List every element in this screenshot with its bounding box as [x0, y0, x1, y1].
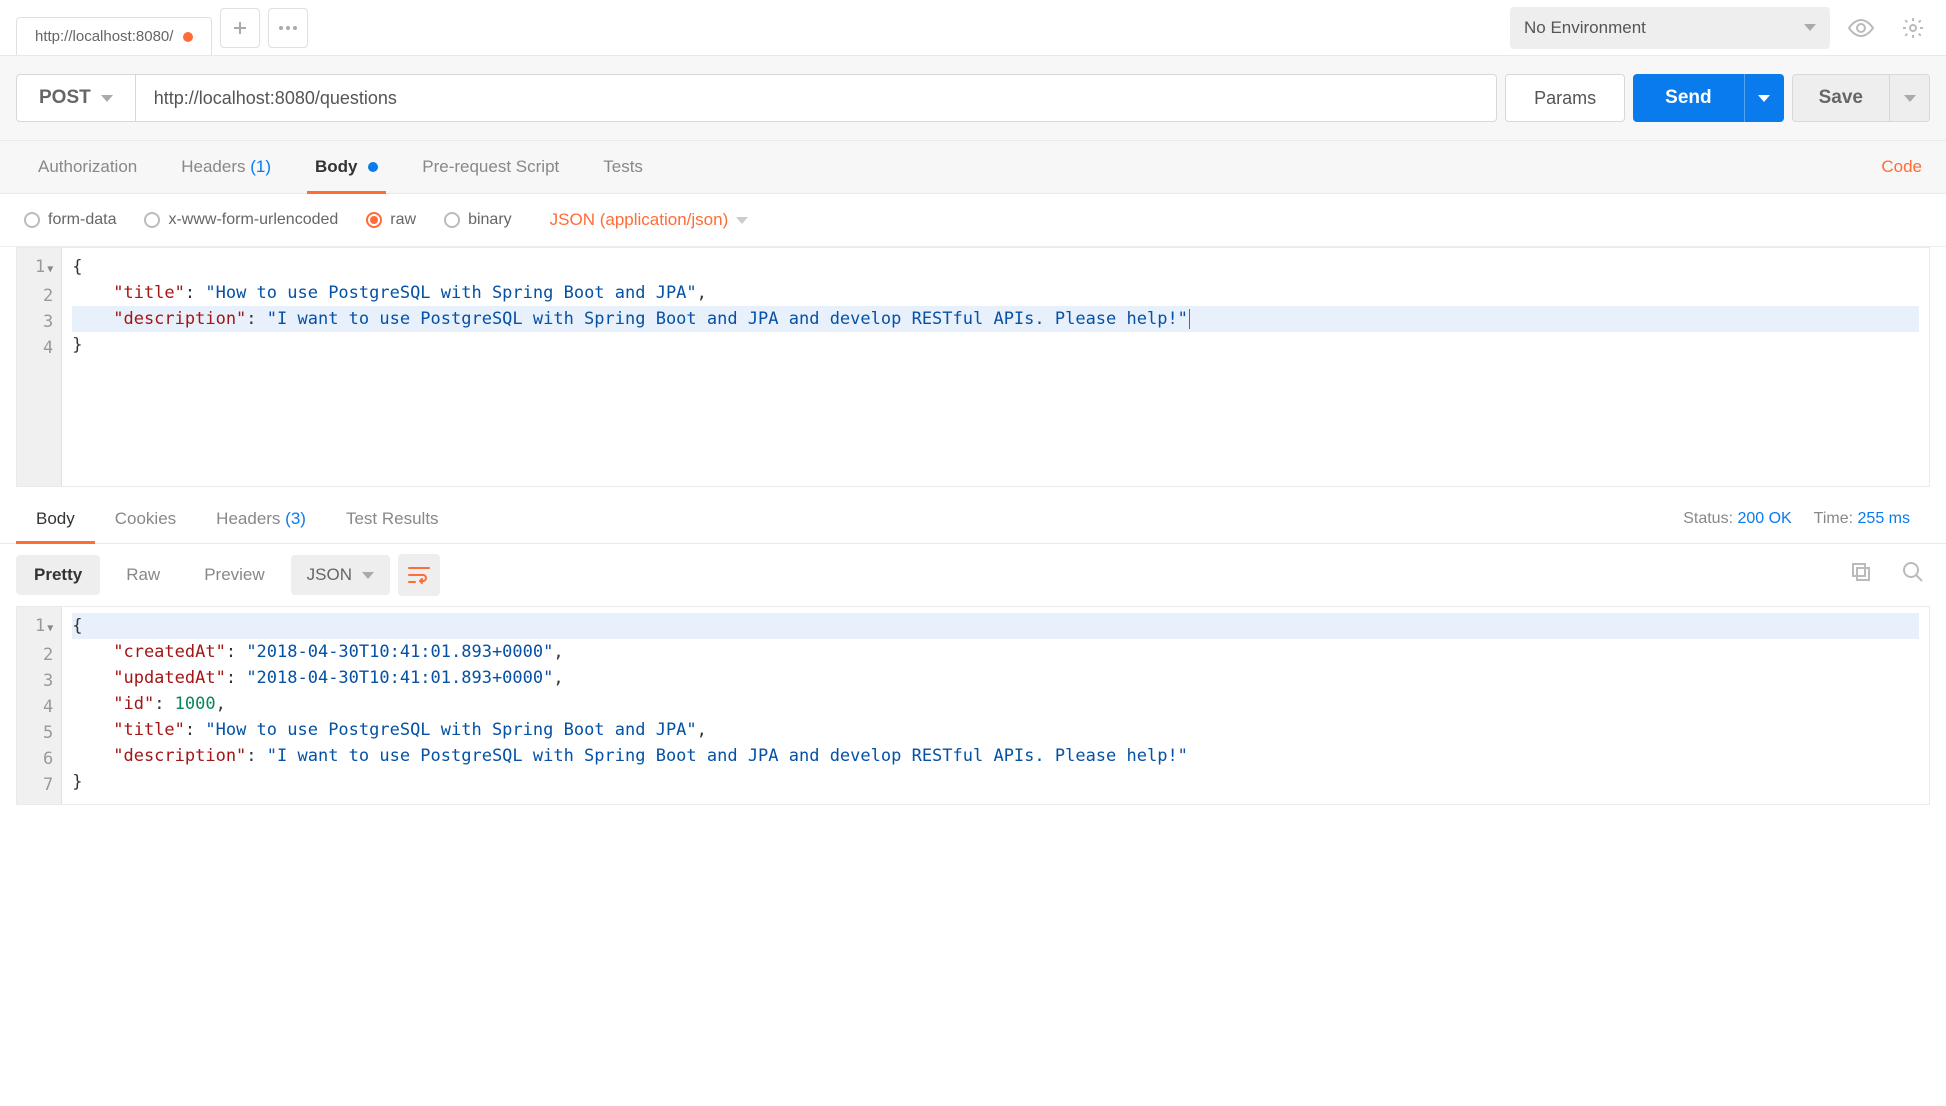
http-method-select[interactable]: POST	[16, 74, 136, 122]
radio-icon	[144, 212, 160, 228]
environment-area: No Environment	[1498, 0, 1946, 55]
chevron-down-icon	[1804, 24, 1816, 31]
url-value: http://localhost:8080/questions	[154, 88, 397, 109]
settings-button[interactable]	[1892, 7, 1934, 49]
view-preview-button[interactable]: Preview	[186, 555, 282, 595]
params-button[interactable]: Params	[1505, 74, 1625, 122]
tab-headers[interactable]: Headers (1)	[159, 141, 293, 193]
radio-binary[interactable]: binary	[444, 211, 512, 229]
topbar: http://localhost:8080/ No Environment	[0, 0, 1946, 56]
tab-body[interactable]: Body	[293, 141, 400, 193]
radio-icon	[444, 212, 460, 228]
tab-options-button[interactable]	[268, 8, 308, 48]
line-gutter: 1▼ 2 3 4 5 6 7	[17, 607, 62, 804]
send-button-group: Send	[1633, 74, 1783, 122]
chevron-down-icon	[101, 95, 113, 102]
chevron-down-icon	[1904, 95, 1916, 102]
chevron-down-icon	[1758, 95, 1770, 102]
send-dropdown-button[interactable]	[1744, 74, 1784, 122]
radio-icon	[24, 212, 40, 228]
environment-label: No Environment	[1524, 18, 1646, 38]
http-method-label: POST	[39, 87, 91, 109]
chevron-down-icon	[362, 572, 374, 579]
new-tab-button[interactable]	[220, 8, 260, 48]
status-info: Status: 200 OK Time: 255 ms	[1683, 510, 1930, 528]
search-button[interactable]	[1902, 561, 1930, 589]
resp-headers-count: (3)	[285, 509, 306, 528]
request-tab-title: http://localhost:8080/	[35, 28, 173, 45]
code-link[interactable]: Code	[1873, 141, 1930, 193]
environment-select[interactable]: No Environment	[1510, 7, 1830, 49]
body-type-row: form-data x-www-form-urlencoded raw bina…	[0, 194, 1946, 247]
resp-tab-headers[interactable]: Headers (3)	[196, 495, 326, 543]
request-tabs-area: http://localhost:8080/	[0, 0, 1498, 55]
time-value: 255 ms	[1858, 510, 1910, 527]
tab-tests[interactable]: Tests	[581, 141, 665, 193]
tab-prerequest[interactable]: Pre-request Script	[400, 141, 581, 193]
copy-button[interactable]	[1850, 561, 1878, 589]
response-body-editor[interactable]: 1▼ 2 3 4 5 6 7 { "createdAt": "2018-04-3…	[16, 606, 1930, 805]
headers-count: (1)	[250, 157, 271, 176]
request-body-editor[interactable]: 1▼ 2 3 4 { "title": "How to use PostgreS…	[16, 247, 1930, 487]
view-raw-button[interactable]: Raw	[108, 555, 178, 595]
request-builder-row: POST http://localhost:8080/questions Par…	[0, 56, 1946, 141]
code-area[interactable]: { "title": "How to use PostgreSQL with S…	[62, 248, 1929, 486]
response-section-tabs: Body Cookies Headers (3) Test Results St…	[0, 495, 1946, 544]
request-tab[interactable]: http://localhost:8080/	[16, 17, 212, 55]
unsaved-dot-icon	[183, 32, 193, 42]
save-button-group: Save	[1792, 74, 1930, 122]
radio-raw[interactable]: raw	[366, 211, 416, 229]
resp-tab-cookies[interactable]: Cookies	[95, 495, 196, 543]
chevron-down-icon	[736, 217, 748, 224]
resp-tab-test-results[interactable]: Test Results	[326, 495, 459, 543]
code-area[interactable]: { "createdAt": "2018-04-30T10:41:01.893+…	[62, 607, 1929, 804]
wrap-lines-button[interactable]	[398, 554, 440, 596]
content-type-select[interactable]: JSON (application/json)	[550, 210, 749, 230]
environment-preview-button[interactable]	[1840, 7, 1882, 49]
modified-dot-icon	[368, 162, 378, 172]
status-value: 200 OK	[1737, 510, 1791, 527]
url-input[interactable]: http://localhost:8080/questions	[136, 74, 1497, 122]
send-button[interactable]: Send	[1633, 74, 1743, 122]
tab-authorization[interactable]: Authorization	[16, 141, 159, 193]
save-button[interactable]: Save	[1792, 74, 1890, 122]
radio-icon	[366, 212, 382, 228]
radio-form-data[interactable]: form-data	[24, 211, 116, 229]
radio-urlencoded[interactable]: x-www-form-urlencoded	[144, 211, 338, 229]
format-select[interactable]: JSON	[291, 555, 390, 595]
save-dropdown-button[interactable]	[1890, 74, 1930, 122]
view-pretty-button[interactable]: Pretty	[16, 555, 100, 595]
request-section-tabs: Authorization Headers (1) Body Pre-reque…	[0, 141, 1946, 194]
resp-tab-body[interactable]: Body	[16, 495, 95, 543]
response-toolbar: Pretty Raw Preview JSON	[0, 544, 1946, 606]
line-gutter: 1▼ 2 3 4	[17, 248, 62, 486]
